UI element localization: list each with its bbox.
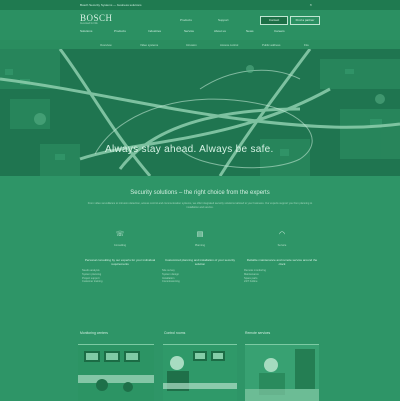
contact-button[interactable]: Contact xyxy=(260,16,288,25)
brand-tagline: Invented for life xyxy=(80,22,98,25)
subnav-item-overview[interactable]: Overview xyxy=(100,43,112,47)
subnav-item-fire[interactable]: Fire xyxy=(304,43,309,47)
list-item: Commissioning xyxy=(162,280,180,284)
service-column-consulting: ☏ Consulting Personal consulting by our … xyxy=(82,228,158,284)
service-column-planning: ▤ Planning Customized planning and insta… xyxy=(162,228,238,284)
column-heading: Customized planning and installation of … xyxy=(164,258,236,266)
section-title: Security solutions – the right choice fr… xyxy=(130,190,270,196)
clipboard-icon: ▤ xyxy=(196,231,204,238)
column-label: Consulting xyxy=(113,244,127,247)
list-item: Customer training xyxy=(82,280,103,284)
close-icon[interactable]: × xyxy=(310,2,312,7)
column-heading: Personal consulting by our experts for y… xyxy=(84,258,156,266)
nav-item-industries[interactable]: Industries xyxy=(148,29,161,33)
nav-item-about[interactable]: About us xyxy=(214,29,226,33)
top-notice-text: Bosch Security Systems — business soluti… xyxy=(80,3,142,7)
nav-item-products[interactable]: Products xyxy=(114,29,126,33)
nav-item-service[interactable]: Service xyxy=(184,29,194,33)
subnav-item-access[interactable]: Access control xyxy=(220,43,238,47)
wifi-icon: ◠ xyxy=(278,231,286,238)
header-link-products[interactable]: Products xyxy=(180,18,192,22)
card-image-control[interactable] xyxy=(163,344,237,401)
phone-icon: ☏ xyxy=(115,231,125,238)
section-intro: From video surveillance to intrusion det… xyxy=(87,202,313,209)
find-partner-button[interactable]: Find a partner xyxy=(290,16,320,25)
site-header xyxy=(0,10,400,40)
top-notice-bar: Bosch Security Systems — business soluti… xyxy=(0,0,400,10)
card-title-monitoring[interactable]: Monitoring centers xyxy=(80,331,108,335)
list-item: 24/7 hotline xyxy=(244,280,258,284)
card-image-monitoring[interactable] xyxy=(78,344,154,401)
hero-title: Always stay ahead. Always be safe. xyxy=(105,144,274,155)
nav-item-solutions[interactable]: Solutions xyxy=(80,29,92,33)
header-link-support[interactable]: Support xyxy=(218,18,229,22)
main-nav: Solutions Products Industries Service Ab… xyxy=(80,29,320,35)
nav-item-careers[interactable]: Careers xyxy=(274,29,285,33)
nav-item-news[interactable]: News xyxy=(246,29,254,33)
subnav-item-video[interactable]: Video systems xyxy=(140,43,158,47)
column-label: Service xyxy=(277,244,287,247)
hero-banner: Always stay ahead. Always be safe. xyxy=(0,49,400,176)
column-label: Planning xyxy=(194,244,206,247)
subnav-item-intrusion[interactable]: Intrusion xyxy=(186,43,197,47)
sub-nav: Overview Video systems Intrusion Access … xyxy=(0,40,400,49)
card-title-control[interactable]: Control rooms xyxy=(164,331,185,335)
card-image-remote[interactable] xyxy=(245,344,319,401)
card-title-remote[interactable]: Remote services xyxy=(245,331,270,335)
hero-aerial-highway-image xyxy=(0,49,400,176)
column-heading: Reliable maintenance and remote service … xyxy=(246,258,318,266)
subnav-item-pa[interactable]: Public address xyxy=(262,43,280,47)
service-column-service: ◠ Service Reliable maintenance and remot… xyxy=(244,228,320,284)
